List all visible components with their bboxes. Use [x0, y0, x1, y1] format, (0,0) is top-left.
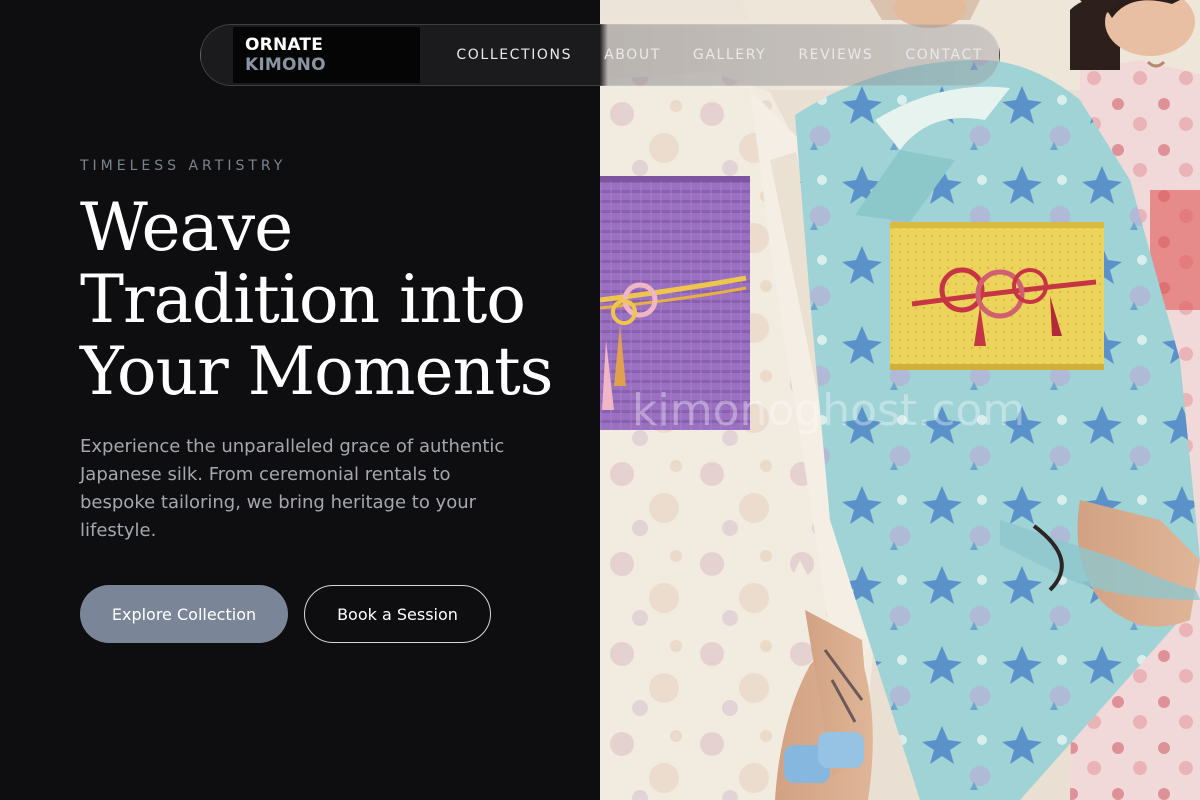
hero-headline: Weave Tradition into Your Moments — [80, 192, 560, 408]
nav-link-reviews[interactable]: REVIEWS — [782, 47, 889, 63]
brand-name: ORNATE — [245, 35, 324, 55]
headline-line-2: Tradition into — [80, 261, 526, 338]
nav-link-about[interactable]: ABOUT — [588, 47, 677, 63]
nav-link-collections[interactable]: COLLECTIONS — [440, 47, 588, 63]
nav-link-contact[interactable]: CONTACT — [889, 47, 999, 63]
nav-links: COLLECTIONS ABOUT GALLERY REVIEWS CONTAC… — [440, 47, 999, 63]
headline-line-3: Your Moments — [80, 333, 553, 410]
brand-logo[interactable]: ORNATE KIMONO — [233, 27, 421, 83]
photo-watermark: kimonoghost.com — [632, 385, 1025, 436]
book-session-button[interactable]: Book a Session — [304, 585, 491, 643]
hero-left-panel: TIMELESS ARTISTRY Weave Tradition into Y… — [0, 0, 600, 800]
kimono-photo: kimonoghost.com — [600, 0, 1200, 800]
brand-accent: KIMONO — [245, 55, 326, 75]
headline-line-1: Weave — [80, 189, 293, 266]
top-navbar: ORNATE KIMONO COLLECTIONS ABOUT GALLERY … — [200, 24, 1000, 86]
nav-link-gallery[interactable]: GALLERY — [677, 47, 782, 63]
hero-eyebrow: TIMELESS ARTISTRY — [80, 158, 287, 174]
hero-description: Experience the unparalleled grace of aut… — [80, 436, 505, 541]
explore-collection-button[interactable]: Explore Collection — [80, 585, 288, 643]
